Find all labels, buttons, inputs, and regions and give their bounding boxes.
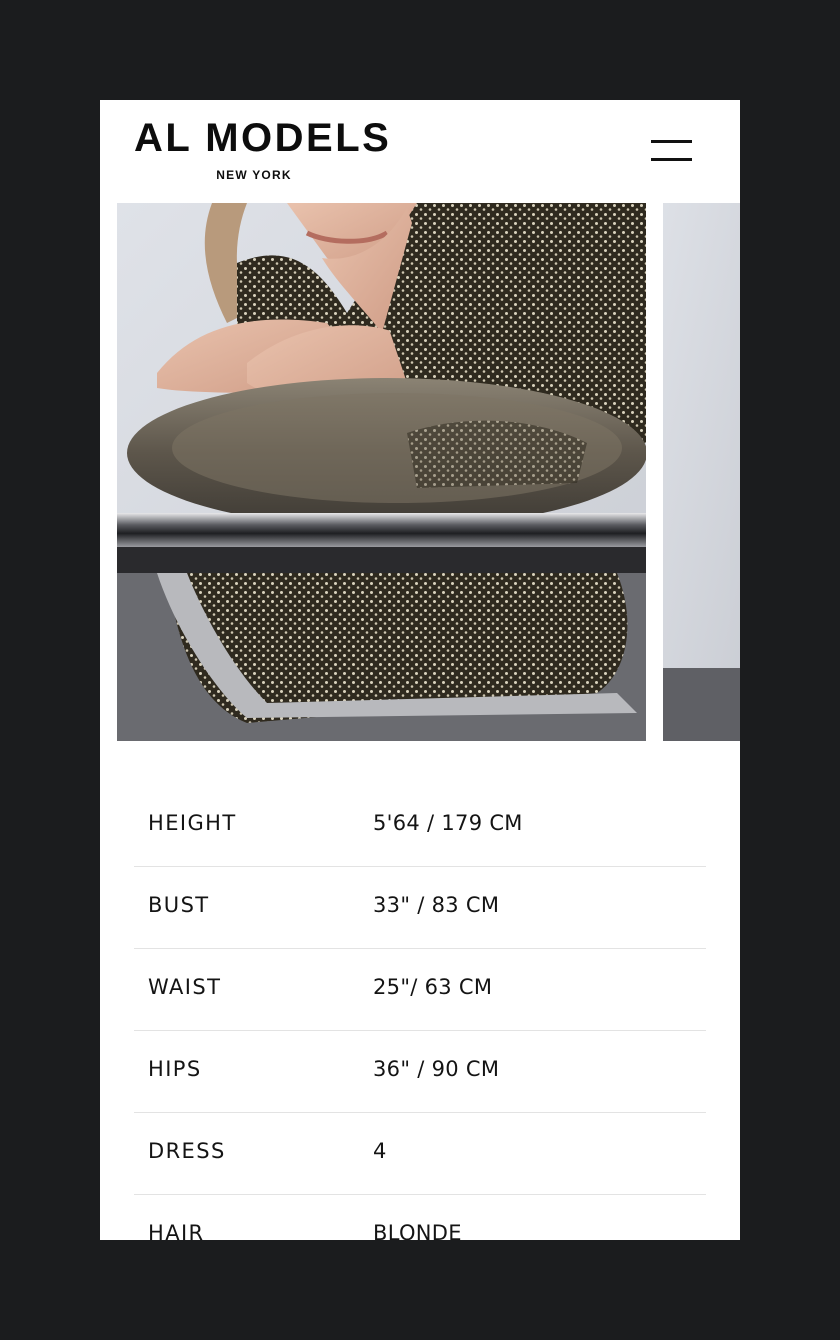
measurement-value: 33" / 83 CM [373,893,500,917]
measurement-label: BUST [148,893,210,917]
measurement-label: HEIGHT [148,811,237,835]
measurement-value: 36" / 90 CM [373,1057,500,1081]
menu-line [651,140,692,143]
measurement-value: 25"/ 63 CM [373,975,493,999]
measurement-label: HAIR [148,1221,205,1240]
logo-subtitle: NEW YORK [216,168,292,182]
measurement-label: WAIST [148,975,222,999]
gallery-photo-next[interactable] [663,203,740,741]
measurements-table: HEIGHT 5'64 / 179 CM BUST 33" / 83 CM WA… [134,785,706,1240]
measurement-value: 4 [373,1139,387,1163]
site-header: AL MODELS NEW YORK [100,100,740,203]
page: AL MODELS NEW YORK HEIGHT 5'64 / 179 CM … [100,100,740,1240]
measurement-label: DRESS [148,1139,226,1163]
model-photo-image [117,203,646,741]
measurement-row-height: HEIGHT 5'64 / 179 CM [134,785,706,867]
logo-title: AL MODELS [134,116,392,160]
measurement-row-hips: HIPS 36" / 90 CM [134,1031,706,1113]
measurement-row-waist: WAIST 25"/ 63 CM [134,949,706,1031]
gallery-photo[interactable] [117,203,646,741]
next-photo-image [663,203,740,741]
logo[interactable]: AL MODELS NEW YORK [134,116,392,182]
photo-gallery[interactable] [100,203,740,741]
measurement-row-bust: BUST 33" / 83 CM [134,867,706,949]
measurement-label: HIPS [148,1057,202,1081]
menu-line [651,158,692,161]
measurement-row-hair: HAIR BLONDE [134,1195,706,1240]
hamburger-menu-icon[interactable] [646,136,696,166]
measurement-value: BLONDE [373,1221,462,1240]
measurement-row-dress: DRESS 4 [134,1113,706,1195]
measurement-value: 5'64 / 179 CM [373,811,523,835]
